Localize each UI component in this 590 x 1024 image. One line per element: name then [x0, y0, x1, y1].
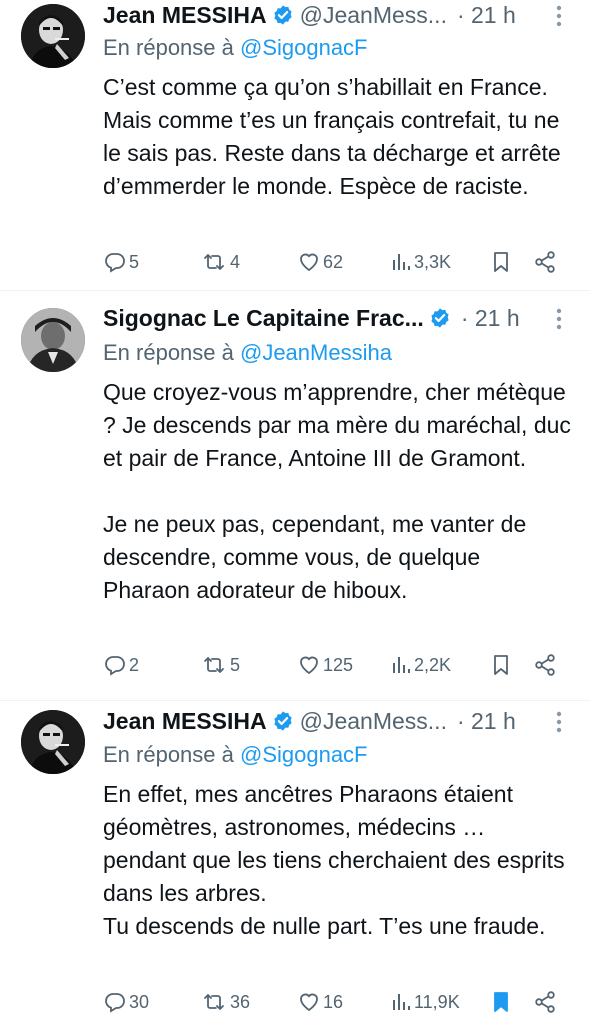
retweet-count: 4 — [230, 251, 241, 272]
author-name[interactable]: Sigognac Le Capitaine Frac... — [103, 305, 424, 332]
divider — [0, 290, 590, 291]
reply-icon — [105, 656, 125, 676]
action-bar: 2 5 125 2,2K — [103, 651, 563, 679]
more-options-icon[interactable] — [556, 4, 562, 28]
action-bar: 5 4 62 3,3K — [103, 248, 563, 276]
reply-mention-link[interactable]: @SigognacF — [240, 35, 368, 60]
reply-count: 5 — [129, 251, 140, 272]
author-handle[interactable]: @JeanMess... — [300, 2, 447, 29]
reply-button[interactable]: 2 — [103, 651, 139, 679]
tweet-3[interactable]: Jean MESSIHA @JeanMess... · 21 h En répo… — [0, 705, 590, 1024]
like-button[interactable]: 62 — [297, 248, 343, 276]
retweet-button[interactable]: 4 — [200, 248, 240, 276]
retweet-count: 36 — [230, 991, 251, 1012]
retweet-icon — [204, 254, 224, 270]
action-bar: 30 36 16 11,9K — [103, 988, 563, 1016]
views-icon — [393, 254, 410, 270]
like-button[interactable]: 16 — [297, 988, 343, 1016]
reply-context: En réponse à @SigognacF — [103, 742, 368, 768]
tweet-1[interactable]: Jean MESSIHA @JeanMess... · 21 h En répo… — [0, 0, 590, 290]
heart-icon — [300, 656, 318, 675]
reply-count: 2 — [129, 654, 140, 675]
share-icon — [535, 654, 555, 676]
retweet-icon — [204, 994, 224, 1010]
views-icon — [393, 657, 410, 673]
retweet-icon — [204, 657, 224, 673]
reply-mention-link[interactable]: @SigognacF — [240, 742, 368, 767]
reply-context: En réponse à @JeanMessiha — [103, 340, 392, 366]
views-count: 3,3K — [414, 251, 452, 272]
views-count: 11,9K — [414, 991, 460, 1012]
like-button[interactable]: 125 — [297, 651, 353, 679]
bookmark-icon — [494, 252, 508, 272]
like-count: 62 — [323, 251, 344, 272]
share-button[interactable] — [533, 651, 557, 679]
tweet-text: En effet, mes ancêtres Pharaons étaient … — [103, 781, 565, 939]
bookmark-button[interactable] — [489, 248, 513, 276]
views-button[interactable]: 11,9K — [390, 988, 460, 1016]
bookmark-button[interactable] — [489, 651, 513, 679]
author-handle[interactable]: @JeanMess... — [300, 708, 447, 735]
verified-badge-icon — [431, 308, 449, 328]
reply-icon — [105, 993, 125, 1013]
avatar[interactable] — [21, 4, 85, 68]
views-count: 2,2K — [414, 654, 452, 675]
views-button[interactable]: 3,3K — [390, 248, 451, 276]
retweet-count: 5 — [230, 654, 241, 675]
share-icon — [535, 251, 555, 273]
reply-button[interactable]: 5 — [103, 248, 139, 276]
share-button[interactable] — [533, 988, 557, 1016]
share-button[interactable] — [533, 248, 557, 276]
views-icon — [393, 994, 410, 1010]
bookmark-button[interactable] — [489, 988, 513, 1016]
bookmark-icon — [494, 655, 508, 675]
bookmark-filled-icon — [494, 992, 508, 1012]
reply-prefix: En réponse à — [103, 340, 240, 365]
reply-prefix: En réponse à — [103, 742, 240, 767]
reply-icon — [105, 253, 125, 273]
reply-button[interactable]: 30 — [103, 988, 149, 1016]
views-button[interactable]: 2,2K — [390, 651, 451, 679]
verified-badge-icon — [273, 711, 292, 731]
avatar[interactable] — [21, 308, 85, 372]
reply-context: En réponse à @SigognacF — [103, 35, 368, 61]
timestamp[interactable]: · 21 h — [457, 708, 516, 735]
tweet-2[interactable]: Sigognac Le Capitaine Frac... · 21 h En … — [0, 300, 590, 700]
reply-mention-link[interactable]: @JeanMessiha — [240, 340, 392, 365]
heart-icon — [300, 253, 318, 272]
author-name[interactable]: Jean MESSIHA — [103, 2, 267, 29]
more-options-icon[interactable] — [556, 710, 562, 734]
more-options-icon[interactable] — [556, 307, 562, 331]
tweet-text: C’est comme ça qu’on s’habillait en Fran… — [103, 74, 561, 199]
share-icon — [535, 991, 555, 1013]
divider — [0, 700, 590, 701]
reply-prefix: En réponse à — [103, 35, 240, 60]
timestamp[interactable]: · 21 h — [461, 305, 520, 332]
retweet-button[interactable]: 5 — [200, 651, 240, 679]
like-count: 125 — [323, 654, 354, 675]
author-name[interactable]: Jean MESSIHA — [103, 708, 267, 735]
verified-badge-icon — [273, 5, 292, 25]
avatar[interactable] — [21, 710, 85, 774]
heart-icon — [300, 993, 318, 1012]
like-count: 16 — [323, 991, 344, 1012]
timestamp[interactable]: · 21 h — [457, 2, 516, 29]
reply-count: 30 — [129, 991, 150, 1012]
tweet-text: Que croyez-vous m’apprendre, cher métèqu… — [103, 379, 571, 603]
retweet-button[interactable]: 36 — [200, 988, 250, 1016]
